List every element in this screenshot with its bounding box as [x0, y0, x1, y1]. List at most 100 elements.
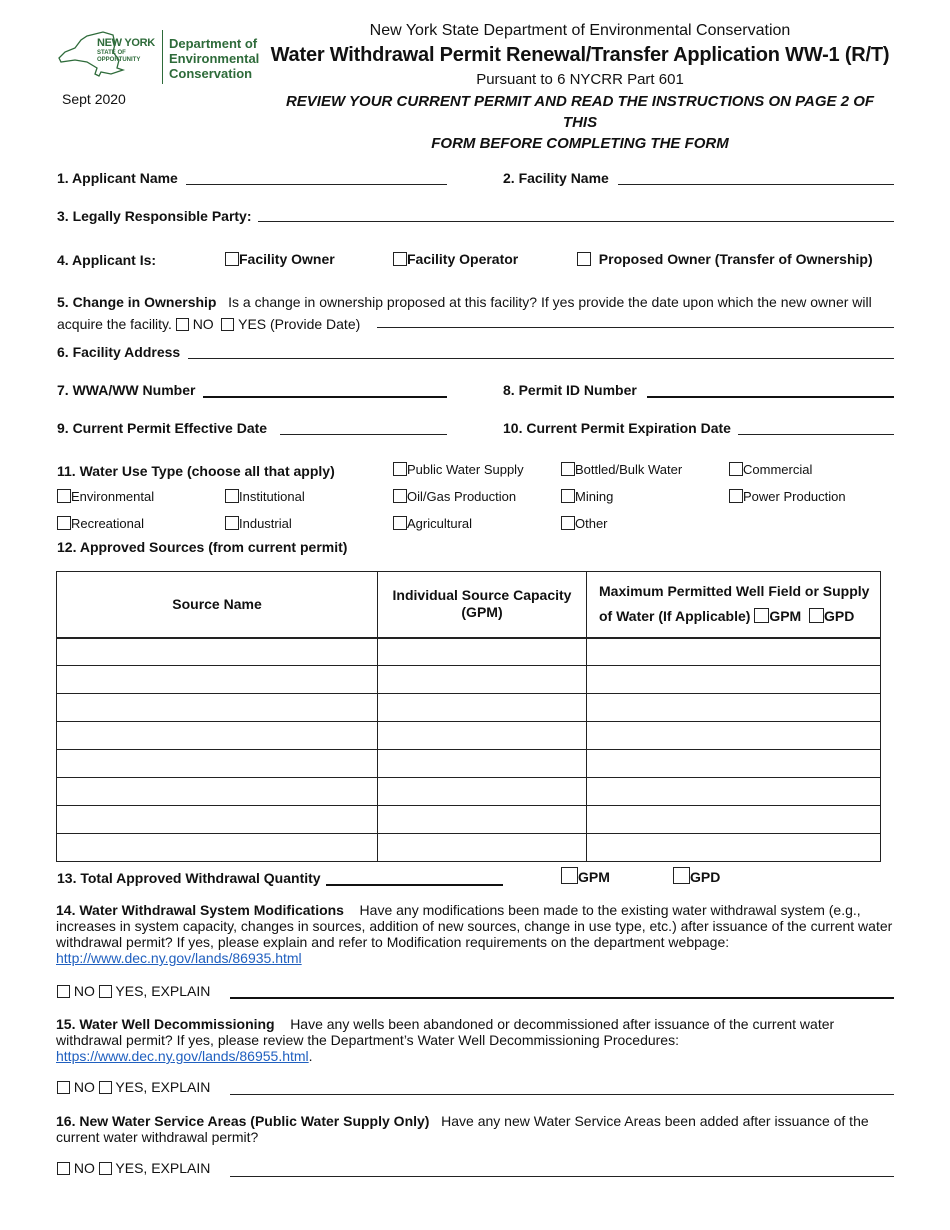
expiration-date-field[interactable]: [738, 434, 894, 435]
checkbox-total-gpd[interactable]: [673, 867, 690, 884]
option-commercial[interactable]: Commercial: [729, 462, 812, 477]
effective-date-field[interactable]: [280, 434, 447, 435]
facility-address-field[interactable]: [188, 358, 894, 359]
source-name-cell[interactable]: [56, 665, 378, 694]
source-capacity-cell[interactable]: [377, 693, 587, 722]
service-areas-no-label: NO: [73, 1160, 95, 1176]
option-label: Agricultural: [407, 516, 473, 531]
water-use-type-label: 11. Water Use Type (choose all that appl…: [57, 463, 335, 479]
source-capacity-cell[interactable]: [377, 637, 587, 666]
max-permitted-cell[interactable]: [586, 693, 881, 722]
option-label: Facility Operator: [407, 251, 519, 267]
source-capacity-cell[interactable]: [377, 721, 587, 750]
source-capacity-cell[interactable]: [377, 805, 587, 834]
checkbox-environmental[interactable]: [57, 489, 71, 503]
dept-line2: Environmental: [169, 51, 260, 66]
checkbox-mining[interactable]: [561, 489, 575, 503]
checkbox-facility-operator[interactable]: [393, 252, 407, 266]
source-capacity-cell[interactable]: [377, 833, 587, 862]
decommissioning-explain-field[interactable]: [230, 1094, 894, 1095]
checkbox-bottled-bulk-water[interactable]: [561, 462, 575, 476]
option-environmental[interactable]: Environmental: [57, 489, 154, 504]
option-agricultural[interactable]: Agricultural: [393, 516, 472, 531]
table-gpd-label: GPD: [823, 608, 855, 625]
option-power-production[interactable]: Power Production: [729, 489, 846, 504]
option-oil-gas-production[interactable]: Oil/Gas Production: [393, 489, 516, 504]
checkbox-decommissioning-no[interactable]: [57, 1081, 70, 1094]
source-name-cell[interactable]: [56, 833, 378, 862]
checkbox-institutional[interactable]: [225, 489, 239, 503]
service-areas-explain-field[interactable]: [230, 1176, 894, 1177]
checkbox-ownership-no[interactable]: [175, 318, 189, 331]
max-permitted-cell[interactable]: [586, 749, 881, 778]
checkbox-public-water-supply[interactable]: [393, 462, 407, 476]
source-name-cell[interactable]: [56, 693, 378, 722]
checkbox-table-gpd[interactable]: [808, 608, 824, 624]
checkbox-decommissioning-yes[interactable]: [98, 1081, 112, 1094]
max-permitted-cell[interactable]: [586, 721, 881, 750]
max-permitted-cell[interactable]: [586, 777, 881, 806]
dept-line3: Conservation: [169, 66, 253, 81]
option-recreational[interactable]: Recreational: [57, 516, 144, 531]
well-decommissioning-label: 15. Water Well Decommissioning: [56, 1016, 275, 1032]
checkbox-industrial[interactable]: [225, 516, 239, 530]
option-total-gpm[interactable]: GPM: [561, 867, 610, 885]
option-other[interactable]: Other: [561, 516, 608, 531]
table-row: [56, 777, 881, 806]
option-label: Facility Owner: [239, 251, 335, 267]
checkbox-commercial[interactable]: [729, 462, 743, 476]
total-withdrawal-field[interactable]: [326, 884, 503, 886]
option-facility-owner[interactable]: Facility Owner: [225, 251, 335, 267]
source-name-cell[interactable]: [56, 777, 378, 806]
max-permitted-cell[interactable]: [586, 665, 881, 694]
modifications-explain-field[interactable]: [230, 997, 894, 999]
max-permitted-cell[interactable]: [586, 637, 881, 666]
modification-requirements-link[interactable]: http://www.dec.ny.gov/lands/86935.html: [56, 950, 302, 966]
option-institutional[interactable]: Institutional: [225, 489, 305, 504]
checkbox-other[interactable]: [561, 516, 575, 530]
option-public-water-supply[interactable]: Public Water Supply: [393, 462, 524, 477]
checkbox-facility-owner[interactable]: [225, 252, 239, 266]
form-date: Sept 2020: [62, 91, 126, 107]
option-industrial[interactable]: Industrial: [225, 516, 292, 531]
checkbox-service-areas-no[interactable]: [57, 1162, 70, 1175]
facility-name-field[interactable]: [618, 184, 894, 185]
table-row: [56, 749, 881, 778]
checkbox-service-areas-yes[interactable]: [98, 1162, 112, 1175]
checkbox-total-gpm[interactable]: [561, 867, 578, 884]
permit-id-field[interactable]: [647, 396, 894, 398]
checkbox-modifications-yes[interactable]: [98, 985, 112, 998]
checkbox-ownership-yes[interactable]: [221, 318, 235, 331]
checkbox-proposed-owner[interactable]: [577, 252, 591, 266]
wwa-ww-number-field[interactable]: [203, 396, 447, 398]
modifications-answer: NO YES, EXPLAIN: [57, 983, 210, 999]
applicant-name-field[interactable]: [186, 184, 447, 185]
checkbox-agricultural[interactable]: [393, 516, 407, 530]
checkbox-modifications-no[interactable]: [57, 985, 70, 998]
decommissioning-procedures-link[interactable]: https://www.dec.ny.gov/lands/86955.html: [56, 1048, 309, 1064]
source-capacity-cell[interactable]: [377, 665, 587, 694]
option-bottled-bulk-water[interactable]: Bottled/Bulk Water: [561, 462, 682, 477]
col-individual-capacity: Individual Source Capacity (GPM): [377, 571, 587, 639]
checkbox-table-gpm[interactable]: [754, 608, 770, 624]
option-proposed-owner[interactable]: Proposed Owner (Transfer of Ownership): [577, 251, 873, 267]
table-row: [56, 833, 881, 862]
source-capacity-cell[interactable]: [377, 777, 587, 806]
source-name-cell[interactable]: [56, 637, 378, 666]
max-permitted-cell[interactable]: [586, 805, 881, 834]
pursuant-text: Pursuant to 6 NYCRR Part 601: [476, 71, 684, 88]
option-mining[interactable]: Mining: [561, 489, 613, 504]
checkbox-oil-gas-production[interactable]: [393, 489, 407, 503]
option-facility-operator[interactable]: Facility Operator: [393, 251, 518, 267]
source-name-cell[interactable]: [56, 721, 378, 750]
option-label: GPD: [690, 869, 721, 885]
source-capacity-cell[interactable]: [377, 749, 587, 778]
checkbox-power-production[interactable]: [729, 489, 743, 503]
checkbox-recreational[interactable]: [57, 516, 71, 530]
max-permitted-cell[interactable]: [586, 833, 881, 862]
legally-responsible-party-field[interactable]: [258, 221, 894, 222]
option-total-gpd[interactable]: GPD: [673, 867, 720, 885]
source-name-cell[interactable]: [56, 749, 378, 778]
ownership-date-field[interactable]: [377, 327, 894, 328]
source-name-cell[interactable]: [56, 805, 378, 834]
